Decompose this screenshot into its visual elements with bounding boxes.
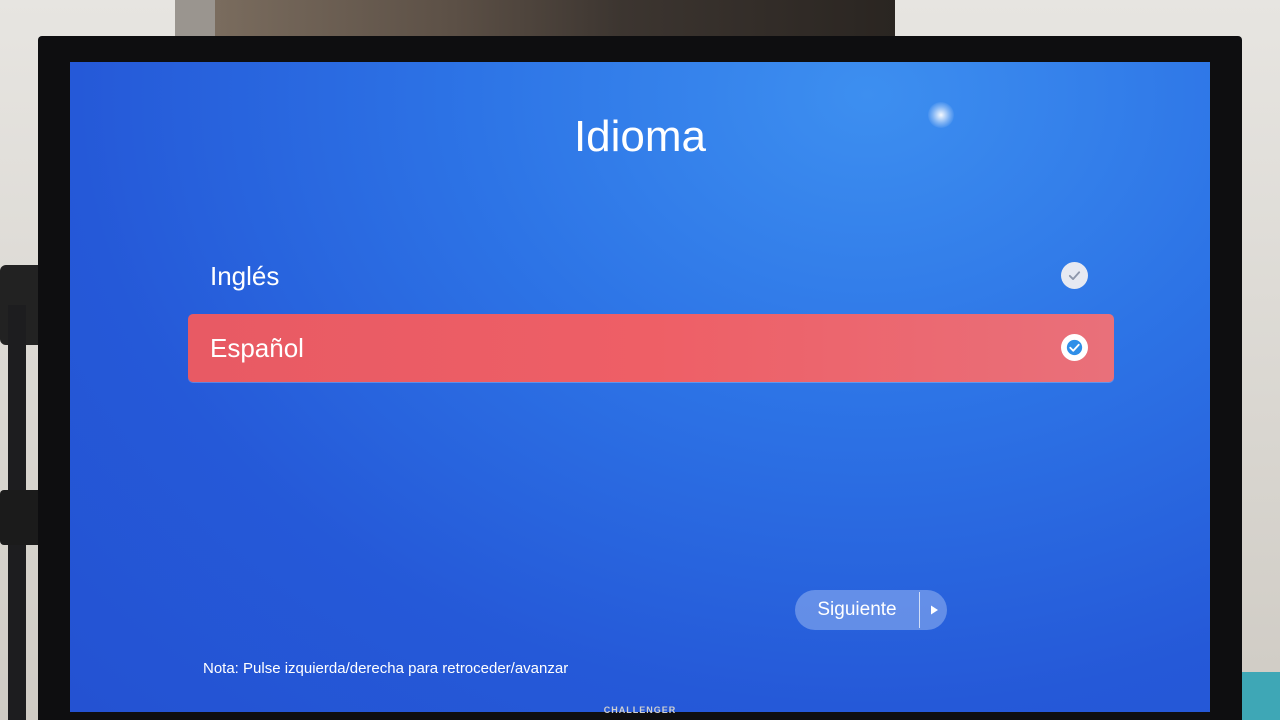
navigation-note: Nota: Pulse izquierda/derecha para retro… [203,660,569,677]
language-option-ingles[interactable]: Inglés [188,242,1114,310]
background-wall [215,0,895,40]
tv-screen: Idioma Inglés Español Siguiente Nota: Pu… [70,62,1210,712]
play-arrow-icon [920,604,947,616]
tv-bezel: Idioma Inglés Español Siguiente Nota: Pu… [38,36,1242,720]
language-option-espanol[interactable]: Español [188,314,1114,382]
language-label: Inglés [210,260,280,291]
next-button[interactable]: Siguiente [795,590,947,630]
page-title: Idioma [573,112,707,161]
check-circle-icon [1061,334,1088,361]
language-list: Inglés Español [188,242,1114,382]
language-label: Español [210,332,304,363]
check-circle-icon [1061,262,1088,289]
tv-brand-logo: CHALLENGER [603,705,677,715]
next-button-label: Siguiente [817,599,897,620]
background-wall-pillar [175,0,217,40]
